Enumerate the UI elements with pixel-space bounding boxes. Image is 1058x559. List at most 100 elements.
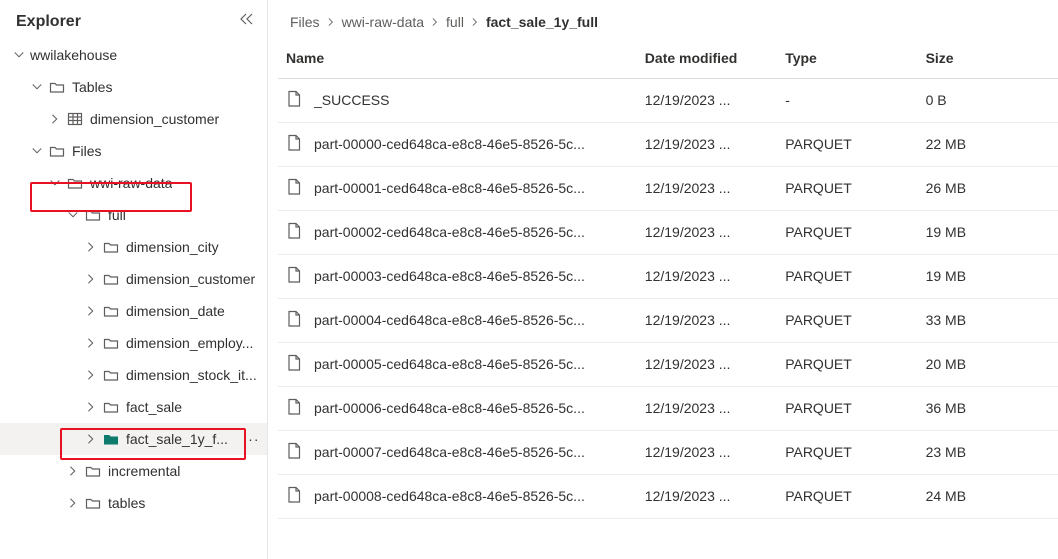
tree-item-folder[interactable]: dimension_stock_it...: [0, 359, 267, 391]
file-icon: [286, 134, 302, 155]
collapse-icon[interactable]: [237, 12, 253, 31]
file-date: 12/19/2023 ...: [637, 342, 777, 386]
tree-item-dimension-customer-table[interactable]: dimension_customer: [0, 103, 267, 135]
file-list-scroll[interactable]: Name Date modified Type Size _SUCCESS 12/…: [268, 38, 1058, 559]
tree-label: dimension_date: [126, 303, 225, 319]
tree-label: dimension_city: [126, 239, 219, 255]
tree-item-folder[interactable]: dimension_customer: [0, 263, 267, 295]
chevron-right-icon[interactable]: [82, 238, 100, 256]
tree-item-wwi-raw-data[interactable]: wwi-raw-data: [0, 167, 267, 199]
tree-item-tables[interactable]: Tables: [0, 71, 267, 103]
tree-item-incremental[interactable]: incremental: [0, 455, 267, 487]
column-header-name[interactable]: Name: [278, 38, 637, 78]
table-row[interactable]: part-00002-ced648ca-e8c8-46e5-8526-5c...…: [278, 210, 1058, 254]
chevron-down-icon[interactable]: [10, 46, 28, 64]
table-row[interactable]: part-00008-ced648ca-e8c8-46e5-8526-5c...…: [278, 474, 1058, 518]
chevron-down-icon[interactable]: [64, 206, 82, 224]
file-name: _SUCCESS: [314, 92, 389, 108]
file-size: 0 B: [918, 78, 1058, 122]
file-name: part-00000-ced648ca-e8c8-46e5-8526-5c...: [314, 136, 585, 152]
file-table: Name Date modified Type Size _SUCCESS 12/…: [278, 38, 1058, 519]
file-type: PARQUET: [777, 122, 917, 166]
tree-item-tables-folder[interactable]: tables: [0, 487, 267, 519]
tree-label: Files: [72, 143, 102, 159]
column-header-type[interactable]: Type: [777, 38, 917, 78]
table-row[interactable]: _SUCCESS 12/19/2023 ...-0 B: [278, 78, 1058, 122]
file-name: part-00005-ced648ca-e8c8-46e5-8526-5c...: [314, 356, 585, 372]
file-size: 33 MB: [918, 298, 1058, 342]
tree-item-folder[interactable]: fact_sale_1y_f... ···: [0, 423, 267, 455]
file-name: part-00003-ced648ca-e8c8-46e5-8526-5c...: [314, 268, 585, 284]
tree-item-folder[interactable]: dimension_date: [0, 295, 267, 327]
file-size: 22 MB: [918, 122, 1058, 166]
tree-label: fact_sale_1y_f...: [126, 431, 228, 447]
tree-item-lakehouse[interactable]: wwilakehouse: [0, 39, 267, 71]
file-type: PARQUET: [777, 386, 917, 430]
tree-label: dimension_customer: [126, 271, 255, 287]
column-header-date[interactable]: Date modified: [637, 38, 777, 78]
file-type: PARQUET: [777, 210, 917, 254]
tree-label: dimension_customer: [90, 111, 219, 127]
tree-label: dimension_stock_it...: [126, 367, 257, 383]
breadcrumb-item: fact_sale_1y_full: [486, 14, 598, 30]
breadcrumb-item[interactable]: Files: [290, 14, 320, 30]
chevron-right-icon[interactable]: [46, 110, 64, 128]
breadcrumb-item[interactable]: full: [446, 14, 464, 30]
folder-icon: [84, 462, 102, 480]
table-row[interactable]: part-00004-ced648ca-e8c8-46e5-8526-5c...…: [278, 298, 1058, 342]
chevron-right-icon[interactable]: [82, 366, 100, 384]
chevron-right-icon[interactable]: [82, 430, 100, 448]
chevron-down-icon[interactable]: [46, 174, 64, 192]
tree-label: fact_sale: [126, 399, 182, 415]
explorer-panel: Explorer wwilakehouse Tables: [0, 0, 268, 559]
folder-filled-icon: [102, 430, 120, 448]
tree-item-folder[interactable]: dimension_city: [0, 231, 267, 263]
tree-label: full: [108, 207, 126, 223]
table-row[interactable]: part-00003-ced648ca-e8c8-46e5-8526-5c...…: [278, 254, 1058, 298]
table-row[interactable]: part-00005-ced648ca-e8c8-46e5-8526-5c...…: [278, 342, 1058, 386]
file-icon: [286, 310, 302, 331]
chevron-down-icon[interactable]: [28, 142, 46, 160]
file-size: 36 MB: [918, 386, 1058, 430]
chevron-right-icon[interactable]: [64, 494, 82, 512]
tree-item-folder[interactable]: dimension_employ...: [0, 327, 267, 359]
explorer-tree: wwilakehouse Tables dimension_customer: [0, 39, 267, 551]
file-icon: [286, 398, 302, 419]
folder-icon: [102, 398, 120, 416]
chevron-right-icon[interactable]: [82, 302, 100, 320]
file-name: part-00001-ced648ca-e8c8-46e5-8526-5c...: [314, 180, 585, 196]
folder-icon: [48, 78, 66, 96]
file-icon: [286, 222, 302, 243]
file-date: 12/19/2023 ...: [637, 166, 777, 210]
tree-item-files[interactable]: Files: [0, 135, 267, 167]
table-row[interactable]: part-00007-ced648ca-e8c8-46e5-8526-5c...…: [278, 430, 1058, 474]
file-type: -: [777, 78, 917, 122]
table-row[interactable]: part-00001-ced648ca-e8c8-46e5-8526-5c...…: [278, 166, 1058, 210]
folder-icon: [102, 366, 120, 384]
file-date: 12/19/2023 ...: [637, 78, 777, 122]
file-size: 19 MB: [918, 254, 1058, 298]
chevron-right-icon[interactable]: [64, 462, 82, 480]
table-row[interactable]: part-00006-ced648ca-e8c8-46e5-8526-5c...…: [278, 386, 1058, 430]
chevron-right-icon[interactable]: [82, 334, 100, 352]
column-header-size[interactable]: Size: [918, 38, 1058, 78]
more-button[interactable]: ···: [241, 431, 261, 447]
chevron-right-icon[interactable]: [82, 270, 100, 288]
file-size: 19 MB: [918, 210, 1058, 254]
table-row[interactable]: part-00000-ced648ca-e8c8-46e5-8526-5c...…: [278, 122, 1058, 166]
chevron-right-icon[interactable]: [82, 398, 100, 416]
file-icon: [286, 266, 302, 287]
tree-item-folder[interactable]: fact_sale: [0, 391, 267, 423]
tree-item-full[interactable]: full: [0, 199, 267, 231]
tree-label: incremental: [108, 463, 180, 479]
folder-icon: [66, 174, 84, 192]
folder-icon: [84, 206, 102, 224]
file-type: PARQUET: [777, 254, 917, 298]
breadcrumb-item[interactable]: wwi-raw-data: [342, 14, 424, 30]
file-size: 23 MB: [918, 430, 1058, 474]
explorer-title: Explorer: [16, 13, 81, 31]
file-date: 12/19/2023 ...: [637, 122, 777, 166]
chevron-down-icon[interactable]: [28, 78, 46, 96]
file-name: part-00007-ced648ca-e8c8-46e5-8526-5c...: [314, 444, 585, 460]
file-name: part-00008-ced648ca-e8c8-46e5-8526-5c...: [314, 488, 585, 504]
